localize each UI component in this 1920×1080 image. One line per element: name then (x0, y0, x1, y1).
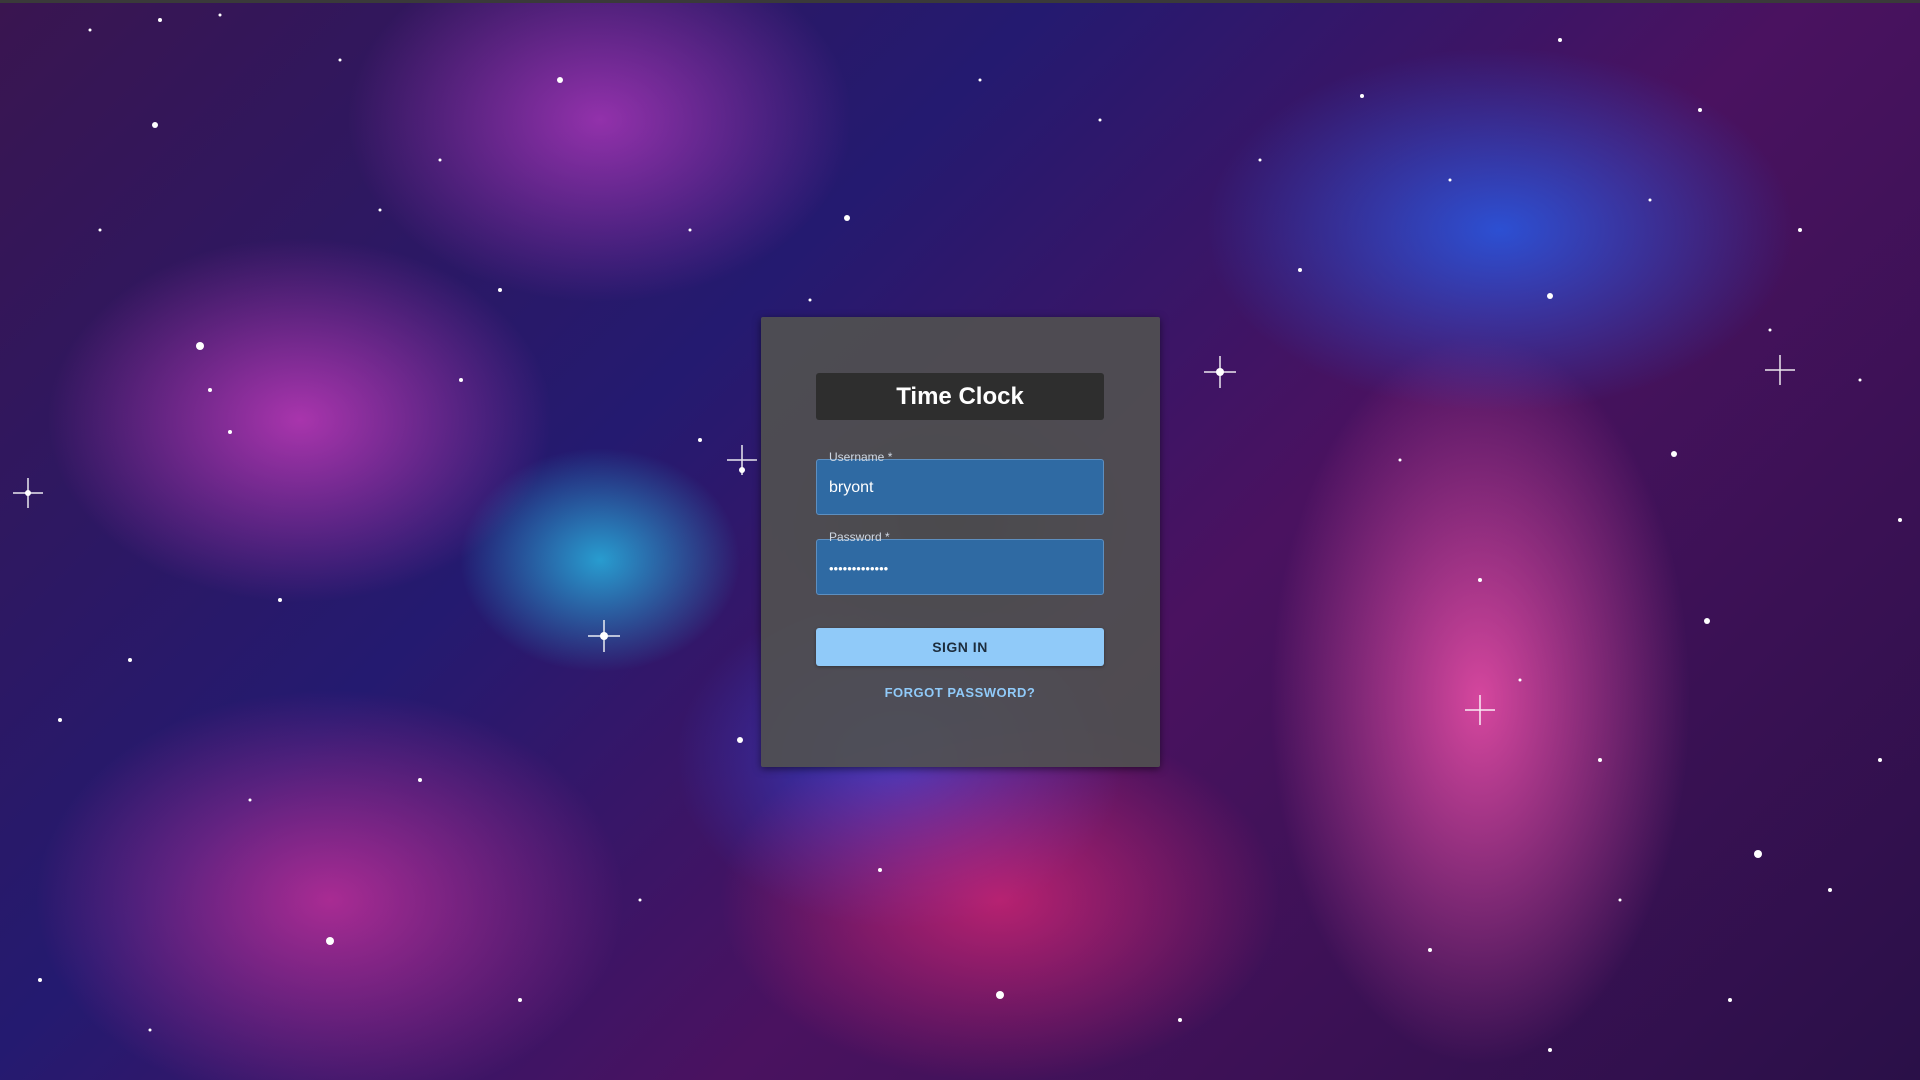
username-label: Username * (829, 450, 893, 464)
window-top-edge (0, 0, 1920, 3)
username-input[interactable] (829, 479, 1089, 497)
forgot-password-link[interactable]: FORGOT PASSWORD? (816, 685, 1104, 700)
login-card: Time Clock Username * Password * •••••••… (761, 317, 1160, 767)
password-field[interactable]: Password * ••••••••••••• (816, 530, 1104, 595)
app-title: Time Clock (816, 373, 1104, 420)
sign-in-button[interactable]: SIGN IN (816, 628, 1104, 666)
username-field[interactable]: Username * (816, 450, 1104, 515)
password-input[interactable]: ••••••••••••• (829, 561, 1089, 576)
password-label: Password * (829, 530, 890, 544)
